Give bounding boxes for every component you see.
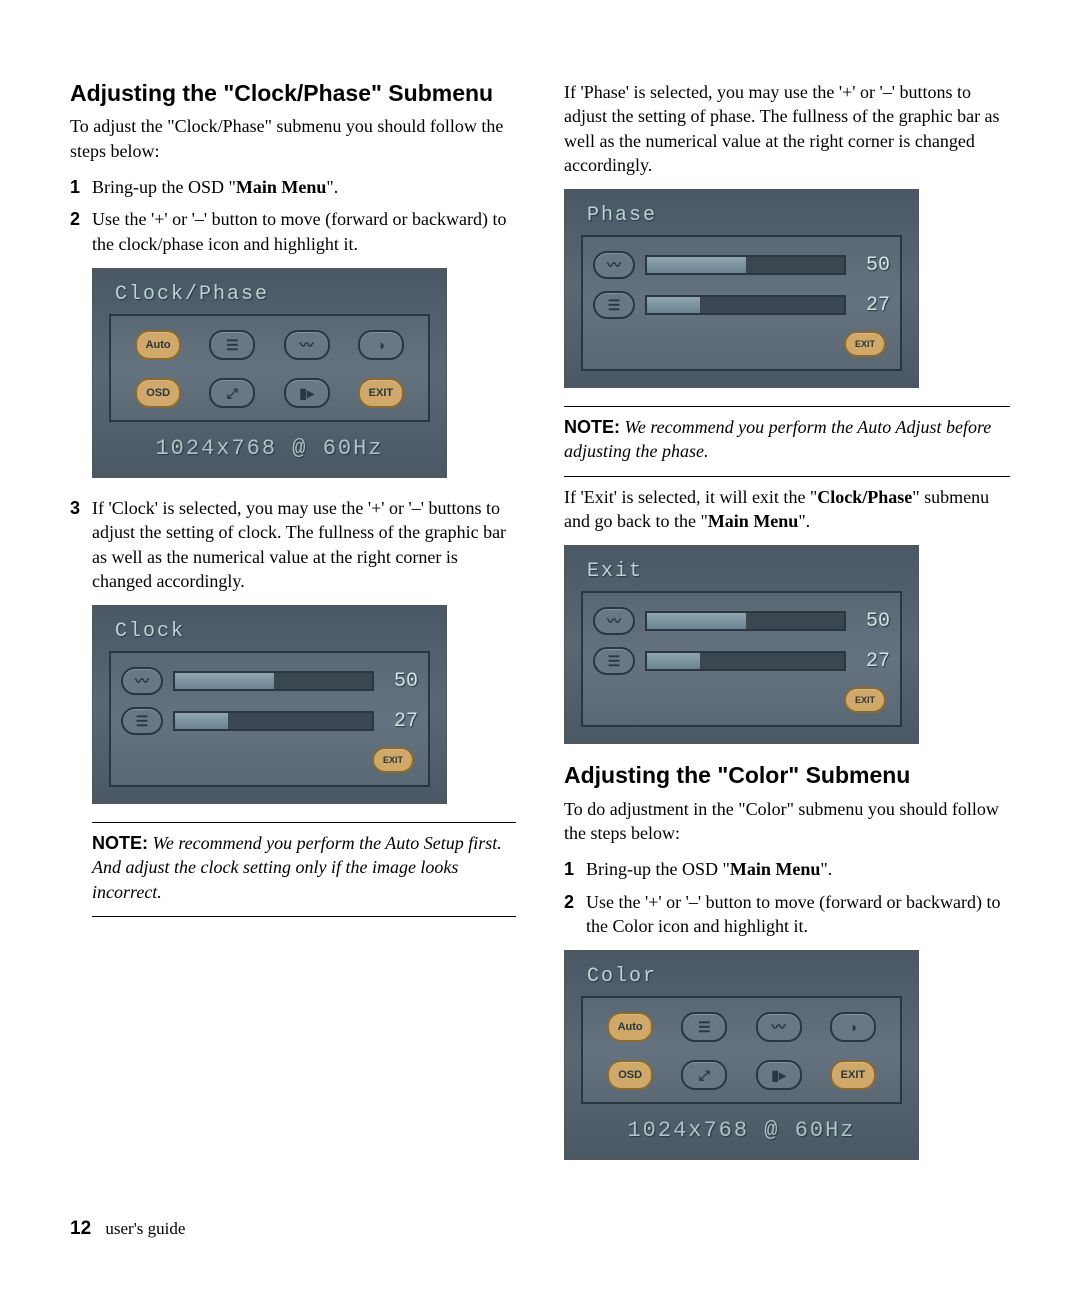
list-icon: ☰ [593,291,635,319]
clock-value: 50 [384,670,418,693]
exit-icon: EXIT [358,378,404,408]
exit-text-a: If 'Exit' is selected, it will exit the … [564,487,817,507]
osd-screenshot-clockphase-menu: Clock/Phase Auto ☰ 〰 ◑ OSD ⤢ ▮▸ EXIT 102… [92,268,447,478]
clock-bar [645,255,846,275]
step-2: Use the '+' or '–' button to move (forwa… [70,207,516,256]
intro-color: To do adjustment in the "Color" submenu … [564,797,1010,846]
exit-paragraph: If 'Exit' is selected, it will exit the … [564,485,1010,534]
exit-icon: EXIT [372,747,414,773]
wave-icon: 〰 [284,330,330,360]
wave-icon: 〰 [593,251,635,279]
info-icon: ▮▸ [756,1060,802,1090]
footer-label: user's guide [105,1219,185,1238]
note-separator [564,476,1010,477]
note-separator [564,406,1010,407]
step1-mainmenu: Main Menu [236,177,327,197]
note-label: NOTE: [564,417,620,437]
info-icon: ▮▸ [284,378,330,408]
cstep1-c: ". [820,859,832,879]
page-footer: 12 user's guide [0,1218,1080,1290]
phase-bar [173,711,374,731]
exit-icon: EXIT [844,331,886,357]
note-auto-adjust: NOTE: We recommend you perform the Auto … [564,415,1010,464]
note-label: NOTE: [92,833,148,853]
clock-value: 50 [856,254,890,277]
section-heading-clockphase: Adjusting the "Clock/Phase" Submenu [70,80,516,106]
osd-resolution: 1024x768 @ 60Hz [109,436,430,461]
intro-clockphase: To adjust the "Clock/Phase" submenu you … [70,114,516,163]
phase-intro: If 'Phase' is selected, you may use the … [564,80,1010,177]
color-icon: ◑ [358,330,404,360]
exit-bold-mainmenu: Main Menu [708,511,799,531]
osd-title-exit: Exit [587,560,902,583]
expand-icon: ⤢ [209,378,255,408]
note-separator [92,822,516,823]
clock-bar [645,611,846,631]
color-step-1: Bring-up the OSD "Main Menu". [564,857,1010,881]
auto-icon: Auto [135,330,181,360]
wave-icon: 〰 [121,667,163,695]
osd-title-phase: Phase [587,204,902,227]
osd-screenshot-exit: Exit 〰 50 ☰ 27 EXIT [564,545,919,744]
list-icon: ☰ [209,330,255,360]
osd-resolution: 1024x768 @ 60Hz [581,1118,902,1143]
section-heading-color: Adjusting the "Color" Submenu [564,762,1010,788]
osd-screenshot-clock: Clock 〰 50 ☰ 27 EXIT [92,605,447,804]
note-text: We recommend you perform the Auto Setup … [92,833,502,902]
osd-screenshot-phase: Phase 〰 50 ☰ 27 EXIT [564,189,919,388]
osd-icon: OSD [607,1060,653,1090]
color-icon: ◑ [830,1012,876,1042]
auto-icon: Auto [607,1012,653,1042]
note-text: We recommend you perform the Auto Adjust… [564,417,991,461]
osd-title-color: Color [587,965,902,988]
exit-icon: EXIT [830,1060,876,1090]
step-3: If 'Clock' is selected, you may use the … [70,496,516,593]
osd-screenshot-color-menu: Color Auto ☰ 〰 ◑ OSD ⤢ ▮▸ EXIT 1024x768 … [564,950,919,1160]
clock-value: 50 [856,610,890,633]
clock-bar [173,671,374,691]
exit-text-e: ". [798,511,810,531]
list-icon: ☰ [681,1012,727,1042]
osd-icon: OSD [135,378,181,408]
phase-bar [645,651,846,671]
osd-title-clock: Clock [115,620,430,643]
step1-part-c: ". [326,177,338,197]
note-auto-setup: NOTE: We recommend you perform the Auto … [92,831,516,904]
exit-icon: EXIT [844,687,886,713]
wave-icon: 〰 [593,607,635,635]
cstep1-mainmenu: Main Menu [730,859,821,879]
phase-value: 27 [856,650,890,673]
osd-title: Clock/Phase [115,283,430,306]
note-separator [92,916,516,917]
exit-bold-clockphase: Clock/Phase [817,487,912,507]
phase-bar [645,295,846,315]
wave-icon: 〰 [756,1012,802,1042]
list-icon: ☰ [121,707,163,735]
phase-value: 27 [384,710,418,733]
step1-part-a: Bring-up the OSD " [92,177,236,197]
step-1: Bring-up the OSD "Main Menu". [70,175,516,199]
page-number: 12 [70,1218,91,1239]
cstep1-a: Bring-up the OSD " [586,859,730,879]
list-icon: ☰ [593,647,635,675]
phase-value: 27 [856,294,890,317]
expand-icon: ⤢ [681,1060,727,1090]
color-step-2: Use the '+' or '–' button to move (forwa… [564,890,1010,939]
